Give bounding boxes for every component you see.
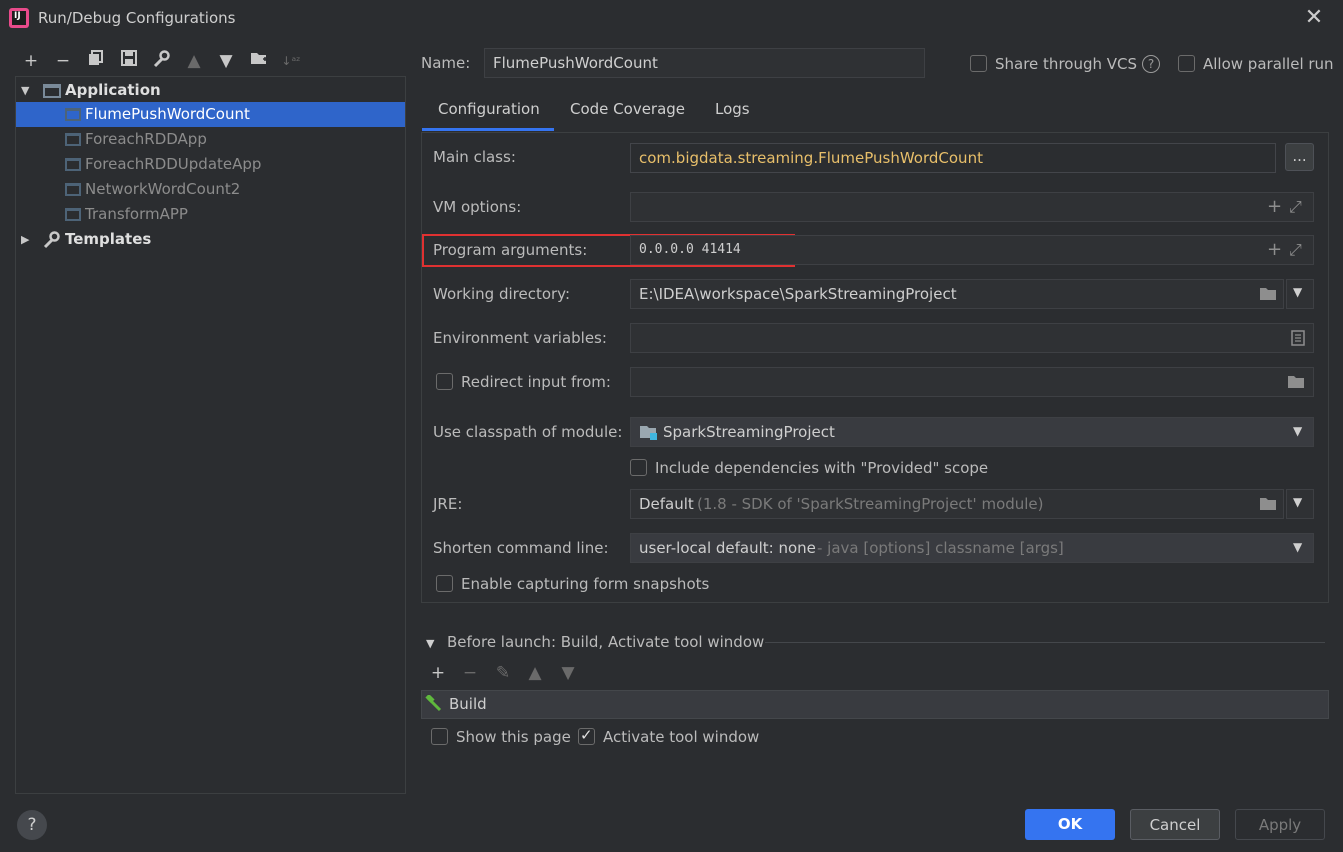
edit-list-icon[interactable] xyxy=(1291,330,1305,350)
chevron-down-icon: ▼ xyxy=(1293,540,1303,554)
browse-button[interactable]: ... xyxy=(1285,143,1314,171)
move-up-icon[interactable]: ▲ xyxy=(524,662,546,684)
redirect-input-checkbox[interactable] xyxy=(436,373,453,390)
working-directory-input[interactable]: E:\IDEA\workspace\SparkStreamingProject xyxy=(630,279,1284,309)
allow-parallel-checkbox[interactable] xyxy=(1178,55,1195,72)
redirect-input-label: Redirect input from: xyxy=(461,373,611,391)
tree-item-foreachrddapp[interactable]: ForeachRDDApp xyxy=(16,127,405,152)
add-icon[interactable]: + xyxy=(1267,239,1282,260)
save-icon[interactable] xyxy=(118,50,140,72)
jre-label: JRE: xyxy=(433,495,463,513)
program-arguments-label: Program arguments: xyxy=(433,241,588,259)
expanded-arrow-icon[interactable]: ▼ xyxy=(21,78,29,103)
program-arguments-input[interactable]: 0.0.0.0 41414 + ⤢ xyxy=(630,235,1314,265)
name-label: Name: xyxy=(421,54,471,72)
copy-icon[interactable] xyxy=(85,50,107,72)
show-page-checkbox[interactable] xyxy=(431,728,448,745)
environment-variables-input[interactable] xyxy=(630,323,1314,353)
configuration-tree: ▼ Application FlumePushWordCount Foreach… xyxy=(15,76,406,794)
working-directory-label: Working directory: xyxy=(433,285,571,303)
new-folder-icon[interactable] xyxy=(248,50,270,72)
wrench-icon[interactable] xyxy=(150,50,172,72)
move-down-icon[interactable]: ▼ xyxy=(557,662,579,684)
environment-variables-label: Environment variables: xyxy=(433,329,607,347)
classpath-module-select[interactable]: SparkStreamingProject ▼ xyxy=(630,417,1314,447)
sort-icon[interactable]: ↓ᵃᶻ xyxy=(280,50,302,72)
chevron-down-icon: ▼ xyxy=(1293,285,1303,299)
shorten-command-label: Shorten command line: xyxy=(433,539,609,557)
move-down-icon[interactable]: ▼ xyxy=(215,50,237,72)
expand-icon[interactable]: ⤢ xyxy=(1289,197,1302,217)
main-class-label: Main class: xyxy=(433,148,516,166)
allow-parallel-label: Allow parallel run xyxy=(1203,55,1334,73)
intellij-app-icon: IJ xyxy=(9,8,29,28)
enable-capturing-checkbox[interactable] xyxy=(436,575,453,592)
cancel-button[interactable]: Cancel xyxy=(1130,809,1220,840)
tab-logs[interactable]: Logs xyxy=(715,100,750,118)
add-icon[interactable]: + xyxy=(427,662,449,684)
tree-item-flumepushwordcount[interactable]: FlumePushWordCount xyxy=(16,102,405,127)
before-launch-title: Before launch: Build, Activate tool wind… xyxy=(447,633,765,651)
activate-tool-window-label: Activate tool window xyxy=(603,728,760,746)
folder-icon[interactable] xyxy=(1259,286,1277,305)
working-directory-dropdown[interactable]: ▼ xyxy=(1286,279,1314,309)
tree-node-templates[interactable]: ▶ Templates xyxy=(16,227,405,252)
application-config-icon xyxy=(65,158,81,171)
vm-options-input[interactable]: + ⤢ xyxy=(630,192,1314,222)
separator xyxy=(765,642,1325,643)
include-dependencies-checkbox[interactable] xyxy=(630,459,647,476)
tab-code-coverage[interactable]: Code Coverage xyxy=(570,100,685,118)
move-up-icon[interactable]: ▲ xyxy=(183,50,205,72)
show-page-label: Show this page xyxy=(456,728,571,746)
application-config-icon xyxy=(65,133,81,146)
tree-item-transformapp[interactable]: TransformAPP xyxy=(16,202,405,227)
edit-icon[interactable]: ✎ xyxy=(492,662,514,684)
add-icon[interactable]: + xyxy=(20,50,42,72)
application-config-icon xyxy=(65,183,81,196)
help-circle-icon[interactable]: ? xyxy=(1142,55,1160,73)
main-class-input[interactable]: com.bigdata.streaming.FlumePushWordCount xyxy=(630,143,1276,173)
tree-item-foreachrddupdateapp[interactable]: ForeachRDDUpdateApp xyxy=(16,152,405,177)
active-tab-indicator xyxy=(422,128,554,131)
wrench-icon xyxy=(42,231,60,257)
classpath-module-label: Use classpath of module: xyxy=(433,423,623,441)
expand-icon[interactable]: ⤢ xyxy=(1289,240,1302,260)
collapsed-arrow-icon[interactable]: ▶ xyxy=(21,227,29,252)
close-icon[interactable]: ✕ xyxy=(1302,6,1326,30)
include-dependencies-label: Include dependencies with "Provided" sco… xyxy=(655,459,989,477)
before-launch-task-row[interactable]: Build xyxy=(421,690,1329,719)
ok-button[interactable]: OK xyxy=(1025,809,1115,840)
module-folder-icon xyxy=(639,425,659,445)
window-title: Run/Debug Configurations xyxy=(38,9,236,27)
name-input[interactable]: FlumePushWordCount xyxy=(484,48,925,78)
collapse-arrow-icon[interactable]: ▼ xyxy=(426,637,434,650)
redirect-input-field[interactable] xyxy=(630,367,1314,397)
remove-icon[interactable]: − xyxy=(52,50,74,72)
tab-configuration[interactable]: Configuration xyxy=(438,100,540,118)
folder-icon[interactable] xyxy=(1259,496,1277,515)
application-icon xyxy=(43,84,61,98)
application-config-icon xyxy=(65,108,81,121)
enable-capturing-label: Enable capturing form snapshots xyxy=(461,575,710,593)
shorten-command-select[interactable]: user-local default: none - java [options… xyxy=(630,533,1314,563)
apply-button[interactable]: Apply xyxy=(1235,809,1325,840)
help-button[interactable]: ? xyxy=(17,810,47,840)
chevron-down-icon: ▼ xyxy=(1293,495,1303,509)
tree-node-application[interactable]: ▼ Application xyxy=(16,78,405,103)
application-config-icon xyxy=(65,208,81,221)
jre-dropdown[interactable]: ▼ xyxy=(1286,489,1314,519)
jre-input[interactable]: Default (1.8 - SDK of 'SparkStreamingPro… xyxy=(630,489,1284,519)
chevron-down-icon: ▼ xyxy=(1293,424,1303,438)
tree-item-networkwordcount2[interactable]: NetworkWordCount2 xyxy=(16,177,405,202)
vm-options-label: VM options: xyxy=(433,198,522,216)
remove-icon[interactable]: − xyxy=(459,662,481,684)
hammer-icon xyxy=(425,693,443,717)
activate-tool-window-checkbox[interactable] xyxy=(578,726,595,745)
folder-icon[interactable] xyxy=(1287,374,1305,393)
share-vcs-checkbox[interactable] xyxy=(970,55,987,72)
add-icon[interactable]: + xyxy=(1267,196,1282,217)
share-vcs-label: Share through VCS xyxy=(995,55,1138,73)
